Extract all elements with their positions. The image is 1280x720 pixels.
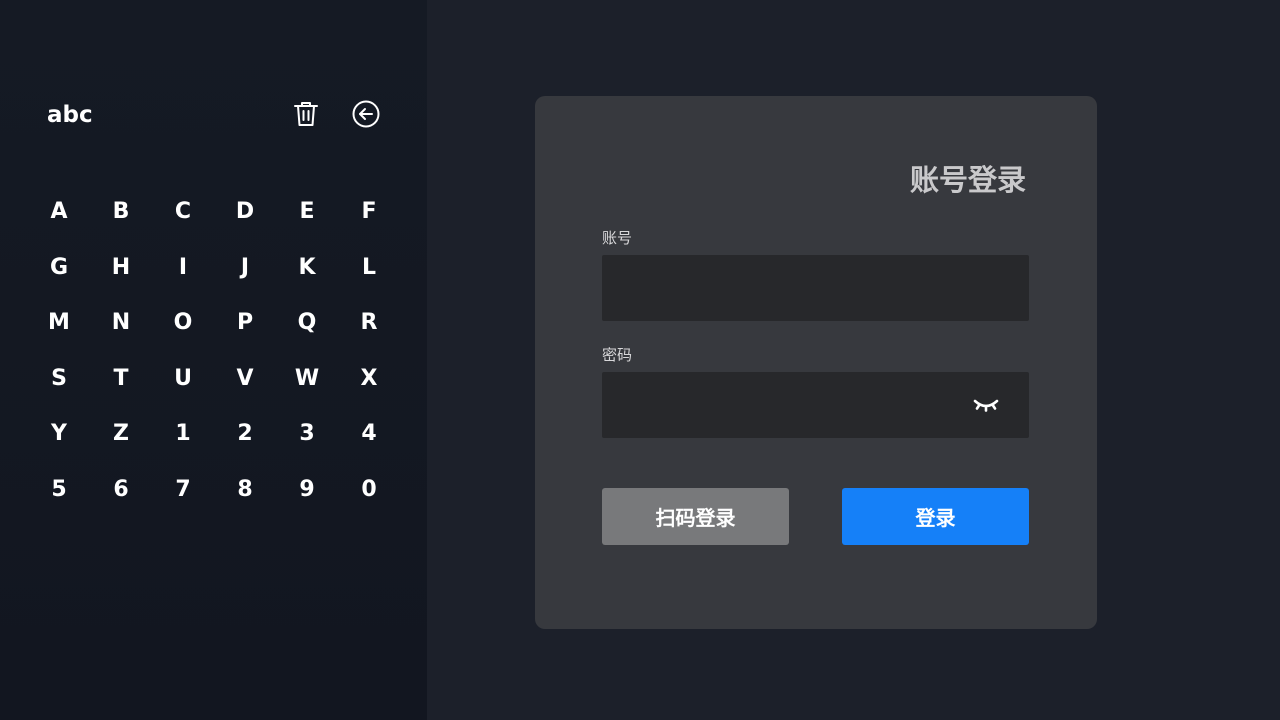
key-w[interactable]: W: [276, 351, 338, 407]
key-4[interactable]: 4: [338, 406, 400, 462]
circle-arrow-left-icon: [352, 100, 380, 128]
key-v[interactable]: V: [214, 351, 276, 407]
keyboard-keys: ABCDEF GHIJKL MNOPQR STUVWX YZ1234 567890: [28, 184, 400, 517]
account-input[interactable]: [602, 255, 1029, 321]
key-a[interactable]: A: [28, 184, 90, 240]
key-c[interactable]: C: [152, 184, 214, 240]
key-k[interactable]: K: [276, 240, 338, 296]
key-i[interactable]: I: [152, 240, 214, 296]
login-button[interactable]: 登录: [842, 488, 1029, 545]
scan-login-button[interactable]: 扫码登录: [602, 488, 789, 545]
key-e[interactable]: E: [276, 184, 338, 240]
delete-button[interactable]: [290, 98, 322, 130]
key-l[interactable]: L: [338, 240, 400, 296]
key-0[interactable]: 0: [338, 462, 400, 518]
login-card: 账号登录 账号 密码 扫码登录 登录: [535, 96, 1097, 629]
backspace-button[interactable]: [350, 98, 382, 130]
key-n[interactable]: N: [90, 295, 152, 351]
key-7[interactable]: 7: [152, 462, 214, 518]
key-h[interactable]: H: [90, 240, 152, 296]
key-b[interactable]: B: [90, 184, 152, 240]
key-u[interactable]: U: [152, 351, 214, 407]
key-q[interactable]: Q: [276, 295, 338, 351]
key-j[interactable]: J: [214, 240, 276, 296]
account-label: 账号: [602, 229, 633, 247]
key-9[interactable]: 9: [276, 462, 338, 518]
key-t[interactable]: T: [90, 351, 152, 407]
key-6[interactable]: 6: [90, 462, 152, 518]
key-x[interactable]: X: [338, 351, 400, 407]
key-s[interactable]: S: [28, 351, 90, 407]
key-5[interactable]: 5: [28, 462, 90, 518]
key-y[interactable]: Y: [28, 406, 90, 462]
key-z[interactable]: Z: [90, 406, 152, 462]
keyboard-panel: abc ABCDEF GHIJKL MNOPQR STUVWX YZ1234 567890: [0, 0, 427, 720]
key-p[interactable]: P: [214, 295, 276, 351]
key-1[interactable]: 1: [152, 406, 214, 462]
password-input[interactable]: [602, 372, 1029, 438]
trash-icon: [294, 102, 318, 126]
keyboard-mode-label[interactable]: abc: [47, 99, 93, 131]
key-o[interactable]: O: [152, 295, 214, 351]
password-label: 密码: [602, 346, 633, 364]
page-title: 账号登录: [909, 163, 1026, 197]
key-8[interactable]: 8: [214, 462, 276, 518]
key-2[interactable]: 2: [214, 406, 276, 462]
key-g[interactable]: G: [28, 240, 90, 296]
key-f[interactable]: F: [338, 184, 400, 240]
eye-closed-icon: [973, 399, 999, 412]
key-r[interactable]: R: [338, 295, 400, 351]
key-m[interactable]: M: [28, 295, 90, 351]
key-d[interactable]: D: [214, 184, 276, 240]
login-screen: abc ABCDEF GHIJKL MNOPQR STUVWX YZ1234 567890…: [0, 0, 1280, 720]
password-visibility-toggle[interactable]: [969, 392, 1003, 418]
key-3[interactable]: 3: [276, 406, 338, 462]
